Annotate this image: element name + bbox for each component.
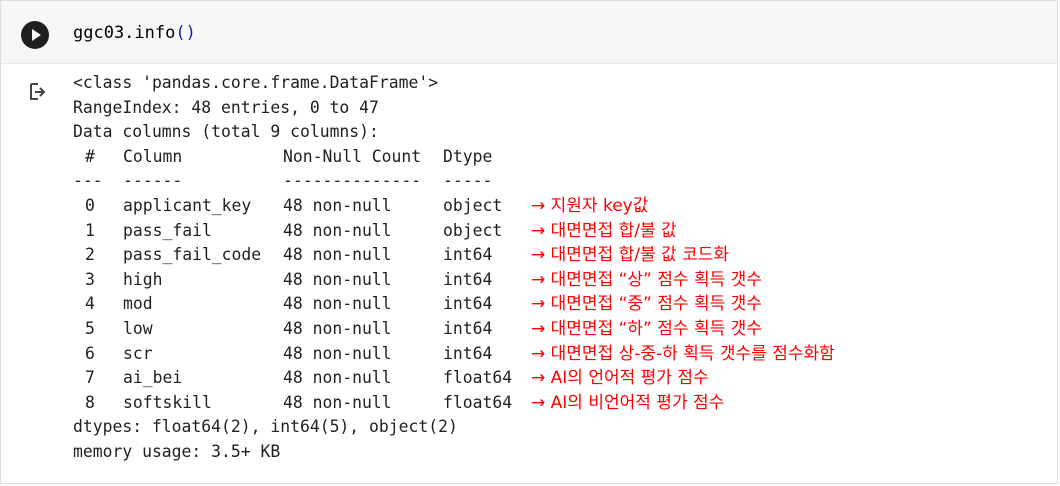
table-header-row: # Column Non-Null Count Dtype bbox=[73, 145, 835, 170]
code-text: ggc03.info bbox=[73, 23, 176, 43]
table-row: 7 ai_bei 48 non-null float64 → AI의 언어적 평가 점수 bbox=[73, 366, 835, 391]
row-num: 8 bbox=[85, 392, 95, 412]
row-dtype: float64 bbox=[443, 368, 513, 388]
row-non-null: 48 non-null bbox=[283, 343, 392, 363]
row-column: low bbox=[123, 318, 153, 338]
row-non-null: 48 non-null bbox=[283, 318, 392, 338]
row-num: 5 bbox=[85, 318, 95, 338]
row-non-null: 48 non-null bbox=[283, 269, 392, 289]
class-line: <class 'pandas.core.frame.DataFrame'> bbox=[73, 73, 439, 92]
row-non-null: 48 non-null bbox=[283, 220, 392, 240]
row-dtype: float64 bbox=[443, 392, 513, 412]
row-column: scr bbox=[123, 343, 153, 363]
row-dtype: int64 bbox=[443, 318, 493, 338]
row-dtype: int64 bbox=[443, 269, 493, 289]
output-arrow-icon bbox=[30, 83, 46, 100]
run-cell-button[interactable] bbox=[21, 21, 49, 49]
row-num: 6 bbox=[85, 343, 95, 363]
code-editor-line[interactable]: ggc03.info() bbox=[73, 20, 196, 46]
table-row: 0 applicant_key 48 non-null object → 지원자 key… bbox=[73, 194, 835, 219]
separator-non-null: -------------- bbox=[283, 171, 422, 191]
dtypes-summary-line: dtypes: float64(2), int64(5), object(2) bbox=[73, 417, 458, 437]
table-row: 4 mod 48 non-null int64 → 대면면접 “중” 점수 획득 갯수 bbox=[73, 292, 835, 317]
row-non-null: 48 non-null bbox=[283, 368, 392, 388]
cell-output: <class 'pandas.core.frame.DataFrame'> Ra… bbox=[73, 71, 835, 465]
row-non-null: 48 non-null bbox=[283, 245, 392, 265]
table-row: 2 pass_fail_code 48 non-null int64 → 대면면접 합/… bbox=[73, 243, 835, 268]
play-icon bbox=[32, 29, 41, 41]
row-non-null: 48 non-null bbox=[283, 294, 392, 314]
separator-num: --- bbox=[73, 171, 103, 191]
table-row: 8 softskill 48 non-null float64 → AI의 비언어적 평… bbox=[73, 391, 835, 416]
row-annotation: → 지원자 key값 bbox=[531, 195, 649, 216]
row-num: 0 bbox=[85, 195, 95, 215]
row-annotation: → 대면면접 “중” 점수 획득 갯수 bbox=[531, 294, 762, 315]
row-dtype: int64 bbox=[443, 343, 493, 363]
memory-usage-line: memory usage: 3.5+ KB bbox=[73, 441, 281, 461]
row-dtype: int64 bbox=[443, 294, 493, 314]
row-annotation: → AI의 언어적 평가 점수 bbox=[531, 368, 709, 389]
row-dtype: object bbox=[443, 195, 503, 215]
header-non-null: Non-Null Count bbox=[283, 146, 422, 166]
row-num: 1 bbox=[85, 220, 95, 240]
row-column: applicant_key bbox=[123, 195, 252, 215]
header-column: Column bbox=[123, 146, 183, 166]
row-dtype: int64 bbox=[443, 245, 493, 265]
code-input-area[interactable]: ggc03.info() bbox=[1, 1, 1057, 64]
row-num: 2 bbox=[85, 245, 95, 265]
notebook-cell: ggc03.info() <class 'pandas.core.frame.D… bbox=[0, 0, 1058, 484]
header-num: # bbox=[85, 146, 95, 166]
row-num: 3 bbox=[85, 269, 95, 289]
range-index-line: RangeIndex: 48 entries, 0 to 47 bbox=[73, 97, 379, 117]
table-row: 5 low 48 non-null int64 → 대면면접 “하” 점수 획득 갯수 bbox=[73, 317, 835, 342]
row-non-null: 48 non-null bbox=[283, 392, 392, 412]
row-column: pass_fail_code bbox=[123, 245, 262, 265]
row-dtype: object bbox=[443, 220, 503, 240]
data-columns-line: Data columns (total 9 columns): bbox=[73, 122, 379, 142]
row-annotation: → 대면면접 “하” 점수 획득 갯수 bbox=[531, 318, 762, 339]
row-non-null: 48 non-null bbox=[283, 195, 392, 215]
row-column: ai_bei bbox=[123, 368, 183, 388]
row-annotation: → AI의 비언어적 평가 점수 bbox=[531, 392, 725, 413]
row-column: high bbox=[123, 269, 163, 289]
row-annotation: → 대면면접 합/불 값 코드화 bbox=[531, 245, 729, 266]
row-annotation: → 대면면접 상-중-하 획득 갯수를 점수화함 bbox=[531, 343, 835, 364]
header-dtype: Dtype bbox=[443, 146, 493, 166]
row-annotation: → 대면면접 합/불 값 bbox=[531, 220, 677, 241]
separator-column: ------ bbox=[123, 171, 183, 191]
row-column: pass_fail bbox=[123, 220, 212, 240]
row-annotation: → 대면면접 “상” 점수 획득 갯수 bbox=[531, 269, 762, 290]
table-row: 1 pass_fail 48 non-null object → 대면면접 합/불 값 bbox=[73, 219, 835, 244]
separator-dtype: ----- bbox=[443, 171, 493, 191]
code-parens: () bbox=[175, 23, 196, 43]
table-row: 3 high 48 non-null int64 → 대면면접 “상” 점수 획득 갯수 bbox=[73, 268, 835, 293]
row-column: softskill bbox=[123, 392, 212, 412]
row-column: mod bbox=[123, 294, 153, 314]
table-row: 6 scr 48 non-null int64 → 대면면접 상-중-하 획득 갯수를 … bbox=[73, 342, 835, 367]
table-separator-row: --- ------ -------------- ----- bbox=[73, 169, 835, 194]
row-num: 7 bbox=[85, 368, 95, 388]
row-num: 4 bbox=[85, 294, 95, 314]
